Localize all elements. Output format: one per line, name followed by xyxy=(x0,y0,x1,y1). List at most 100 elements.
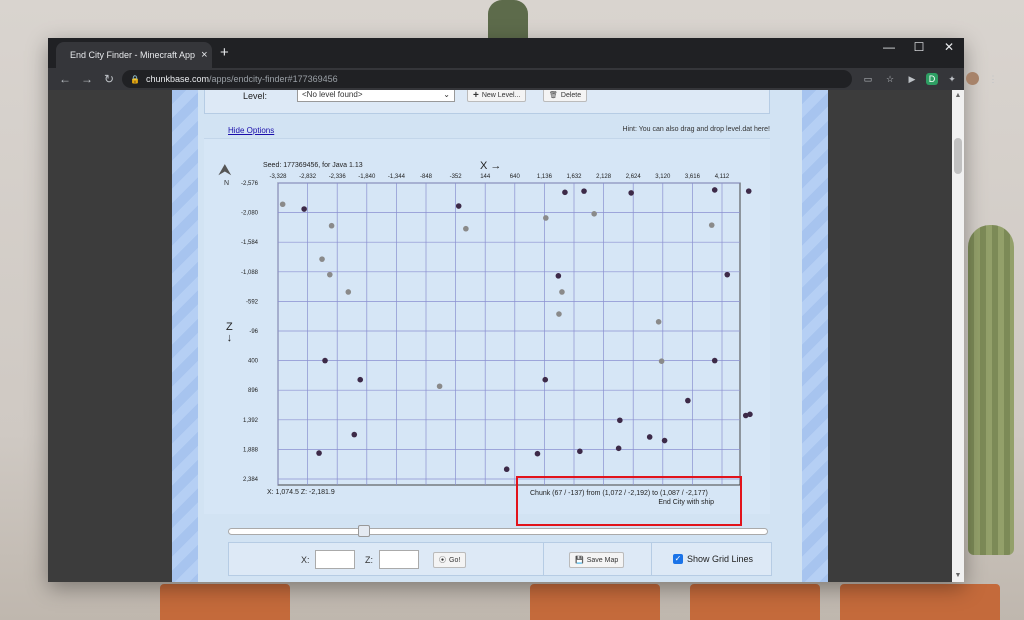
x-tick-label: 1,632 xyxy=(566,174,582,180)
zoom-slider-handle[interactable] xyxy=(358,525,370,537)
new-tab-button[interactable]: + xyxy=(220,44,229,61)
end-city-ship-marker xyxy=(646,434,653,440)
z-tick-label: 1,888 xyxy=(243,447,259,453)
tab-bar: End City Finder - Minecraft App × + — ☐ … xyxy=(48,38,964,68)
save-map-button[interactable]: 💾 Save Map xyxy=(569,552,625,568)
page-scrollbar[interactable]: ▲ ▼ xyxy=(952,90,964,582)
toolbar-icons: ▭ ☆ ▶ D ✦ ⋮ xyxy=(860,71,1001,87)
north-arrow-icon: ⮝ xyxy=(218,162,232,179)
end-city-ship-marker xyxy=(581,188,587,194)
plant-pot xyxy=(530,584,660,620)
z-tick-label: 2,384 xyxy=(243,477,259,483)
save-map-label: Save Map xyxy=(586,556,619,564)
end-city-ship-marker xyxy=(745,188,752,194)
end-city-marker xyxy=(463,225,469,232)
show-grid-checkbox[interactable]: ✓ xyxy=(673,554,683,564)
cactus-decoration xyxy=(488,0,528,40)
end-city-marker xyxy=(543,215,549,221)
side-decoration xyxy=(802,90,828,582)
z-tick-label: 400 xyxy=(248,359,259,365)
end-city-ship-marker xyxy=(316,450,322,456)
cactus-decoration xyxy=(968,225,1014,555)
x-coord-input[interactable] xyxy=(315,550,355,569)
chunk-info: Chunk (67 / -137) from (1,072 / -2,192) … xyxy=(530,490,708,497)
url-host: chunkbase.com xyxy=(145,74,210,84)
end-city-marker xyxy=(708,222,715,228)
z-tick-label: -96 xyxy=(249,329,258,335)
end-city-ship-marker xyxy=(562,189,568,196)
x-tick-label: 144 xyxy=(480,174,491,180)
back-button[interactable]: ← xyxy=(54,72,76,86)
scroll-down-icon[interactable]: ▼ xyxy=(952,570,964,582)
star-icon[interactable]: ☆ xyxy=(882,71,898,87)
x-tick-label: -2,832 xyxy=(299,174,317,180)
end-city-ship-marker xyxy=(322,357,328,364)
profile-avatar[interactable] xyxy=(966,72,979,85)
z-tick-label: -592 xyxy=(246,299,259,305)
divider xyxy=(651,543,652,575)
extension-icon[interactable]: ▶ xyxy=(904,71,920,87)
x-tick-label: 3,120 xyxy=(655,174,671,180)
end-city-ship-marker xyxy=(711,357,718,364)
x-tick-label: -352 xyxy=(450,174,463,180)
menu-dots-icon[interactable]: ⋮ xyxy=(985,71,1001,87)
show-grid-label[interactable]: Show Grid Lines xyxy=(687,554,753,564)
end-city-marker xyxy=(319,256,325,262)
browser-tab[interactable]: End City Finder - Minecraft App × xyxy=(56,42,212,68)
x-tick-label: -1,840 xyxy=(358,174,376,180)
puzzle-icon[interactable]: ✦ xyxy=(944,71,960,87)
end-city-ship-marker xyxy=(351,431,358,438)
tab-close-icon[interactable]: × xyxy=(201,49,207,61)
tab-title: End City Finder - Minecraft App xyxy=(70,50,196,60)
cursor-coordinates: X: 1,074.5 Z: -2,181.9 xyxy=(267,489,335,496)
page-viewport: Level: <No level found> ⌄ + New Level...… xyxy=(48,90,952,582)
x-tick-label: 2,624 xyxy=(626,174,642,180)
end-city-ship-marker xyxy=(534,450,541,457)
z-coord-input[interactable] xyxy=(379,550,419,569)
plant-pot xyxy=(160,584,290,620)
end-city-ship-marker xyxy=(742,412,749,419)
end-city-ship-marker xyxy=(577,448,583,455)
plant-pot xyxy=(690,584,820,620)
go-label: Go! xyxy=(449,556,461,564)
pin-icon: ⦿ xyxy=(439,557,446,564)
z-tick-label: 896 xyxy=(248,388,259,394)
end-city-marker xyxy=(591,210,597,217)
maximize-button[interactable]: ☐ xyxy=(904,40,934,54)
z-tick-label: -2,080 xyxy=(241,211,259,217)
minimize-button[interactable]: — xyxy=(874,40,904,54)
map-frame xyxy=(277,182,741,486)
zoom-slider-track[interactable] xyxy=(228,528,768,535)
forward-button[interactable]: → xyxy=(76,72,98,86)
scrollbar-thumb[interactable] xyxy=(954,138,962,174)
end-city-ship-marker xyxy=(615,445,622,452)
scroll-up-icon[interactable]: ▲ xyxy=(952,90,964,102)
side-decoration xyxy=(172,90,198,582)
end-city-marker xyxy=(327,271,333,278)
close-window-button[interactable]: ✕ xyxy=(934,40,964,54)
z-tick-label: -2,576 xyxy=(241,181,259,187)
address-bar[interactable]: 🔒 chunkbase.com /apps/endcity-finder#177… xyxy=(122,70,852,88)
plant-pot xyxy=(840,584,1000,620)
end-city-marker xyxy=(345,289,352,295)
go-button[interactable]: ⦿ Go! xyxy=(433,552,467,568)
z-axis-title: Z ↓ xyxy=(226,322,233,344)
z-tick-label: -1,088 xyxy=(241,270,259,276)
end-city-ship-marker xyxy=(455,203,462,209)
end-city-ship-marker xyxy=(711,187,718,193)
extension-green-icon[interactable]: D xyxy=(926,73,938,85)
end-city-marker xyxy=(655,319,662,325)
end-city-ship-marker xyxy=(685,397,691,404)
x-axis-title: X → xyxy=(480,160,502,172)
x-tick-label: -3,328 xyxy=(269,174,287,180)
x-tick-label: -2,336 xyxy=(329,174,347,180)
end-city-marker xyxy=(436,383,443,390)
browser-toolbar: ← → ↻ 🔒 chunkbase.com /apps/endcity-find… xyxy=(48,68,998,90)
end-city-marker xyxy=(658,358,665,364)
end-city-ship-marker xyxy=(661,437,668,444)
x-tick-label: 4,112 xyxy=(715,174,730,180)
z-axis-arrow: ↓ xyxy=(226,332,233,344)
cast-icon[interactable]: ▭ xyxy=(860,71,876,87)
selected-city-info: Chunk (67 / -137) from (1,072 / -2,192) … xyxy=(516,476,742,526)
reload-button[interactable]: ↻ xyxy=(98,72,120,86)
